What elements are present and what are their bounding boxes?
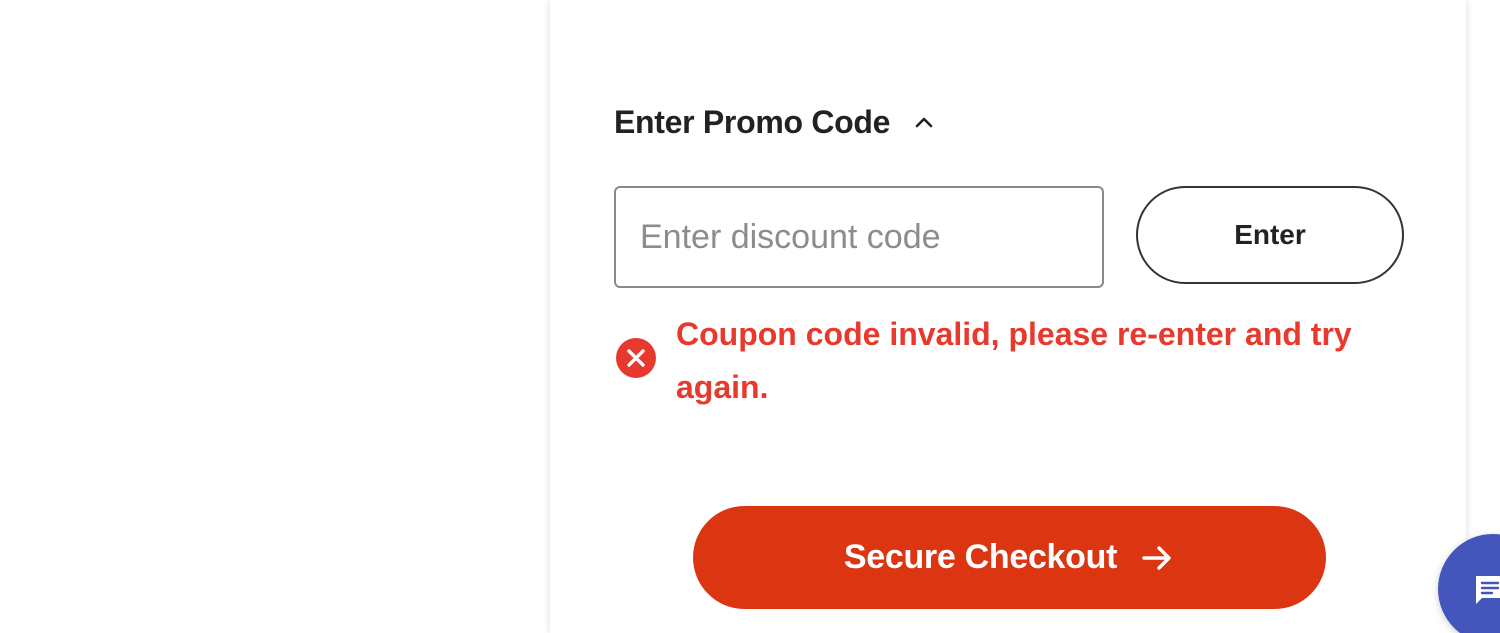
discount-code-input[interactable] <box>614 186 1104 288</box>
error-circle-x-icon <box>616 338 656 378</box>
promo-code-toggle[interactable]: Enter Promo Code <box>614 104 936 141</box>
secure-checkout-button[interactable]: Secure Checkout <box>693 506 1326 609</box>
enter-code-button[interactable]: Enter <box>1136 186 1404 284</box>
error-message-row: Coupon code invalid, please re-enter and… <box>616 308 1396 414</box>
arrow-right-icon <box>1142 545 1171 570</box>
error-message: Coupon code invalid, please re-enter and… <box>676 316 1352 405</box>
promo-code-title: Enter Promo Code <box>614 104 891 140</box>
page: Enter Promo Code Enter Coupon code inval… <box>0 0 1500 633</box>
promo-panel: Enter Promo Code Enter Coupon code inval… <box>550 0 1466 633</box>
chevron-up-icon <box>915 117 933 127</box>
chat-bubble-icon <box>1476 576 1500 604</box>
secure-checkout-label: Secure Checkout <box>843 538 1118 576</box>
